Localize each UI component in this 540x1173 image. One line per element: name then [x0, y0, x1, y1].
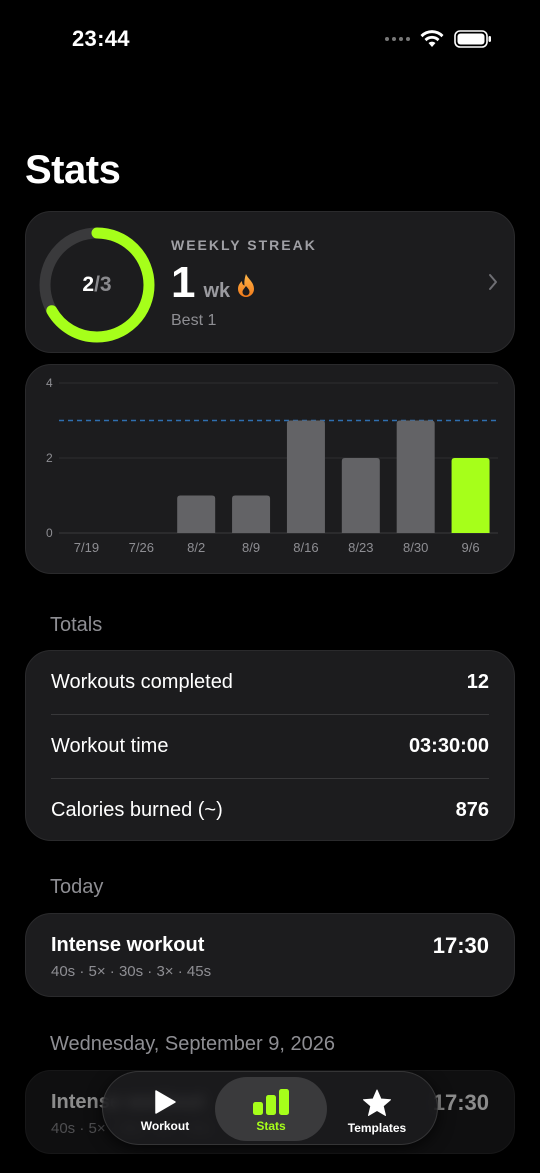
total-value: 03:30:00 [408, 735, 489, 757]
date-heading: Wednesday, September 9, 2026 [50, 1033, 335, 1055]
y-tick-label: 0 [46, 526, 53, 540]
x-tick-label: 9/6 [462, 540, 480, 555]
bar [451, 458, 490, 533]
total-label: Calories burned (~) [51, 799, 223, 821]
status-icons [385, 30, 492, 48]
chevron-right-icon [489, 274, 497, 290]
streak-heading: WEEKLY STREAK [171, 237, 317, 253]
x-tick-label: 7/26 [129, 540, 154, 555]
play-icon [155, 1090, 176, 1114]
workout-name: Intense workout [51, 934, 205, 956]
bar [341, 458, 380, 533]
streak-best: Best 1 [171, 312, 217, 329]
total-label: Workouts completed [51, 671, 233, 693]
totals-heading: Totals [50, 614, 103, 636]
y-tick-label: 2 [46, 451, 53, 465]
x-tick-label: 8/30 [403, 540, 428, 555]
weekly-goal-progress: 2/3 [39, 227, 155, 343]
total-row-time: Workout time 03:30:00 [51, 715, 489, 778]
workout-detail: 40s · 5× · 30s · 3× · 45s [51, 963, 212, 980]
x-tick-label: 8/9 [242, 540, 260, 555]
total-value: 12 [466, 671, 489, 693]
total-row-workouts: Workouts completed 12 [51, 651, 489, 714]
tab-label: Stats [256, 1119, 286, 1133]
battery-icon [454, 30, 491, 48]
star-icon [363, 1089, 391, 1116]
tab-workout[interactable]: Workout [109, 1077, 221, 1141]
weekly-streak-card[interactable]: 2/3 WEEKLY STREAK 1 wk Best 1 [25, 211, 515, 353]
flame-icon [238, 274, 255, 297]
goal-total: /3 [94, 273, 112, 296]
tab-label: Workout [140, 1119, 190, 1133]
bar-chart-icon [253, 1089, 289, 1115]
totals-card: Workouts completed 12 Workout time 03:30… [25, 650, 515, 841]
streak-unit: wk [203, 280, 231, 302]
page-title: Stats [25, 148, 121, 192]
weekly-workouts-chart: 0 2 4 7/19 7/26 8/2 8/9 8/16 8/23 8/30 9/6 [25, 364, 515, 574]
workout-time: 17:30 [432, 933, 489, 958]
bar-chart: 0 2 4 7/19 7/26 8/2 8/9 8/16 8/23 8/30 9/6 [46, 376, 498, 555]
x-tick-label: 8/16 [293, 540, 318, 555]
wifi-icon [420, 30, 444, 47]
y-tick-label: 4 [46, 376, 53, 390]
total-row-calories: Calories burned (~) 876 [51, 779, 489, 842]
streak-number: 1 [171, 258, 196, 307]
status-bar: 23:44 [0, 0, 540, 80]
status-time: 23:44 [72, 26, 130, 51]
x-tick-label: 7/19 [74, 540, 99, 555]
bar [177, 495, 216, 533]
workout-time: 17:30 [432, 1090, 489, 1115]
today-heading: Today [50, 876, 104, 898]
x-tick-label: 8/23 [348, 540, 373, 555]
tab-label: Templates [347, 1121, 407, 1135]
tab-stats[interactable]: Stats [215, 1077, 327, 1141]
goal-current: 2 [82, 273, 95, 296]
bar [286, 420, 325, 533]
tab-templates[interactable]: Templates [321, 1077, 433, 1141]
x-tick-label: 8/2 [187, 540, 205, 555]
tab-bar: Workout Stats Templates [102, 1071, 438, 1145]
bar [232, 495, 271, 533]
streak-value: 1 wk [171, 258, 257, 308]
cellular-signal-icon [385, 37, 410, 41]
total-value: 876 [455, 799, 489, 821]
workout-history-item[interactable]: Intense workout 40s · 5× · 30s · 3× · 45… [25, 913, 515, 997]
total-label: Workout time [51, 735, 169, 757]
bar [396, 420, 435, 533]
